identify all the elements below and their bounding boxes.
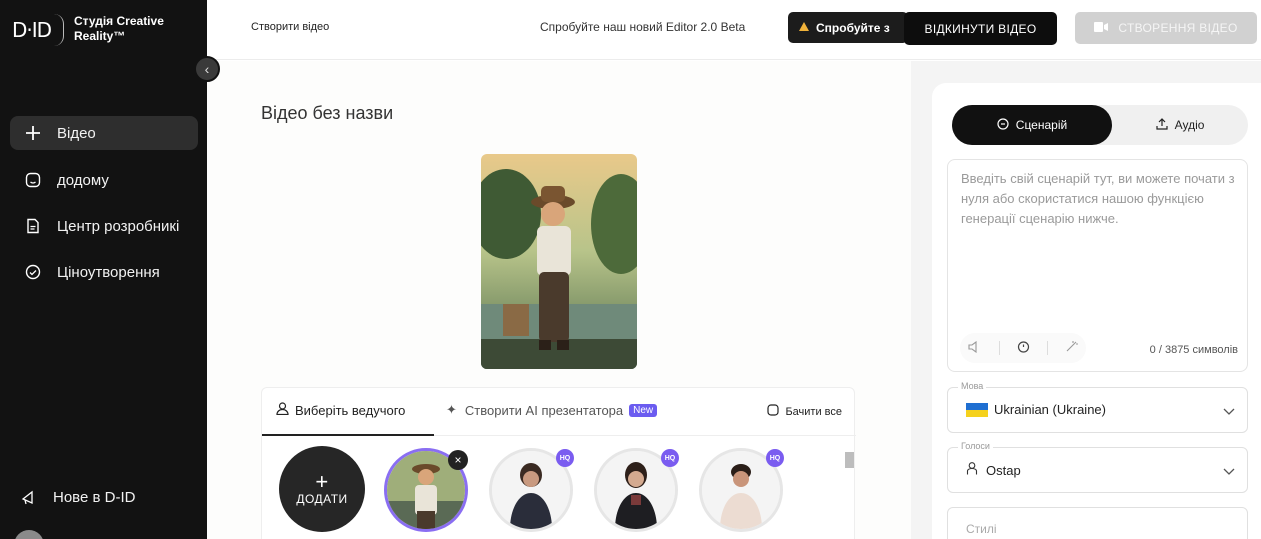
try-editor-button[interactable]: Спробуйте з <box>788 12 908 43</box>
presenter-tabs: Виберіть ведучого ✦ Створити AI презента… <box>262 388 856 436</box>
megaphone-icon <box>20 488 38 506</box>
tag-icon <box>24 263 42 281</box>
styles-select[interactable]: Стилі <box>947 507 1248 539</box>
person-icon <box>966 462 978 478</box>
plus-icon <box>24 124 42 142</box>
user-icon <box>276 402 289 418</box>
avatar[interactable] <box>14 530 44 539</box>
chevron-down-icon <box>1223 464 1235 476</box>
upload-icon <box>1155 117 1168 133</box>
sidebar-item-label: Ціноутворення <box>57 263 160 281</box>
voice-select[interactable]: Голоси Ostap <box>947 441 1248 493</box>
generate-video-button[interactable]: СТВОРЕННЯ ВІДЕО <box>1075 12 1257 44</box>
chevron-left-icon: ‹ <box>204 61 210 77</box>
hq-badge: HQ <box>556 449 574 467</box>
generate-video-label: СТВОРЕННЯ ВІДЕО <box>1118 21 1238 35</box>
script-placeholder: Введіть свій сценарій тут, ви можете поч… <box>961 171 1235 226</box>
grid-icon <box>767 404 780 419</box>
char-counter: 0 / 3875 символів <box>1149 344 1238 356</box>
video-title[interactable]: Відео без назви <box>261 103 393 124</box>
sidebar-item-home[interactable]: додому <box>10 163 198 197</box>
tab-choose-presenter-label: Виберіть ведучого <box>295 402 406 418</box>
voices-label: Голоси <box>958 441 993 451</box>
editor-promo-text: Спробуйте наш новий Editor 2.0 Beta <box>540 20 746 34</box>
collapse-sidebar-button[interactable]: ‹ <box>194 56 220 82</box>
script-tools <box>960 333 1086 363</box>
main-canvas: Відео без назви Виберіть ведучого ✦ Ство… <box>207 61 911 539</box>
sidebar-item-video[interactable]: Відео <box>10 116 198 150</box>
script-textarea[interactable]: Введіть свій сценарій тут, ви можете поч… <box>947 159 1248 372</box>
logo-bracket <box>54 14 64 46</box>
brand-line-2: Reality™ <box>74 29 126 43</box>
tool-divider <box>999 341 1001 355</box>
hq-badge: HQ <box>766 449 784 467</box>
add-presenter-button[interactable]: + ДОДАТИ <box>279 446 365 532</box>
home-icon <box>24 171 42 189</box>
sparkle-icon <box>798 20 810 35</box>
ukraine-flag-icon <box>966 402 988 417</box>
sidebar-item-label: Відео <box>57 124 96 142</box>
sidebar-item-label: Центр розробникі <box>57 217 180 235</box>
settings-panel: Сценарій Аудіо Введіть свій сценарій тут… <box>932 83 1261 539</box>
tab-audio-label: Аудіо <box>1174 118 1205 132</box>
presenter-scrollbar-thumb[interactable] <box>845 452 854 468</box>
magic-wand-icon[interactable] <box>1065 340 1078 356</box>
sidebar-item-label: додому <box>57 171 109 189</box>
chevron-down-icon <box>1223 404 1235 416</box>
plus-icon: + <box>315 469 329 494</box>
sidebar: D·ID Студія Creative Reality™ Відео додо… <box>0 0 207 539</box>
see-all-label: Бачити все <box>785 405 842 418</box>
tool-divider <box>1046 341 1048 355</box>
brand-line-1: Студія Creative <box>74 14 164 28</box>
script-audio-toggle: Сценарій Аудіо <box>952 105 1248 145</box>
chat-icon <box>997 117 1009 133</box>
app-root: D·ID Студія Creative Reality™ Відео додо… <box>0 0 1261 539</box>
see-all-link[interactable]: Бачити все <box>767 404 842 419</box>
tab-script-label: Сценарій <box>1015 118 1068 132</box>
brand-name: Студія Creative Reality™ <box>74 14 194 44</box>
styles-placeholder: Стилі <box>966 522 997 536</box>
new-badge: New <box>629 403 658 417</box>
voice-value: Ostap <box>986 462 1021 478</box>
discard-video-button[interactable]: ВІДКИНУТИ ВІДЕО <box>904 12 1057 45</box>
tab-create-ai-label: Створити AI презентатора <box>464 402 624 418</box>
whats-new-label: Нове в D-ID <box>53 488 136 506</box>
speaker-icon[interactable] <box>968 340 982 356</box>
hq-badge: HQ <box>661 449 679 467</box>
tab-create-ai-presenter[interactable]: ✦ Створити AI презентатора New <box>446 402 658 418</box>
active-tab-indicator <box>262 434 434 436</box>
language-label: Мова <box>958 381 987 391</box>
language-select[interactable]: Мова Ukrainian (Ukraine) <box>947 381 1248 433</box>
logo-text: D·ID <box>12 18 52 42</box>
voice-value-wrap: Ostap <box>966 462 1021 478</box>
language-value: Ukrainian (Ukraine) <box>994 402 1106 417</box>
tab-choose-presenter[interactable]: Виберіть ведучого <box>276 402 405 418</box>
try-editor-label: Спробуйте з <box>816 20 890 35</box>
remove-presenter-button[interactable]: × <box>448 450 468 470</box>
tab-script[interactable]: Сценарій <box>952 105 1112 145</box>
settings-panel-wrapper: Сценарій Аудіо Введіть свій сценарій тут… <box>911 61 1261 539</box>
presenter-panel: Виберіть ведучого ✦ Створити AI презента… <box>261 387 856 539</box>
add-presenter-label: ДОДАТИ <box>296 492 348 506</box>
video-icon <box>1094 21 1109 36</box>
sidebar-item-developers[interactable]: Центр розробникі <box>10 209 198 243</box>
header: Створити відео Спробуйте наш новий Edito… <box>207 0 1261 60</box>
video-preview-image <box>481 154 637 369</box>
whats-new-link[interactable]: Нове в D-ID <box>20 488 135 506</box>
page-title: Створити відео <box>251 21 330 33</box>
language-value-wrap: Ukrainian (Ukraine) <box>966 402 1106 417</box>
sidebar-item-pricing[interactable]: Ціноутворення <box>10 255 198 289</box>
tab-audio[interactable]: Аудіо <box>1112 105 1248 145</box>
close-icon: × <box>454 453 462 467</box>
timer-icon[interactable] <box>1017 340 1030 356</box>
sparkle-icon: ✦ <box>446 402 457 417</box>
document-icon <box>24 217 42 235</box>
